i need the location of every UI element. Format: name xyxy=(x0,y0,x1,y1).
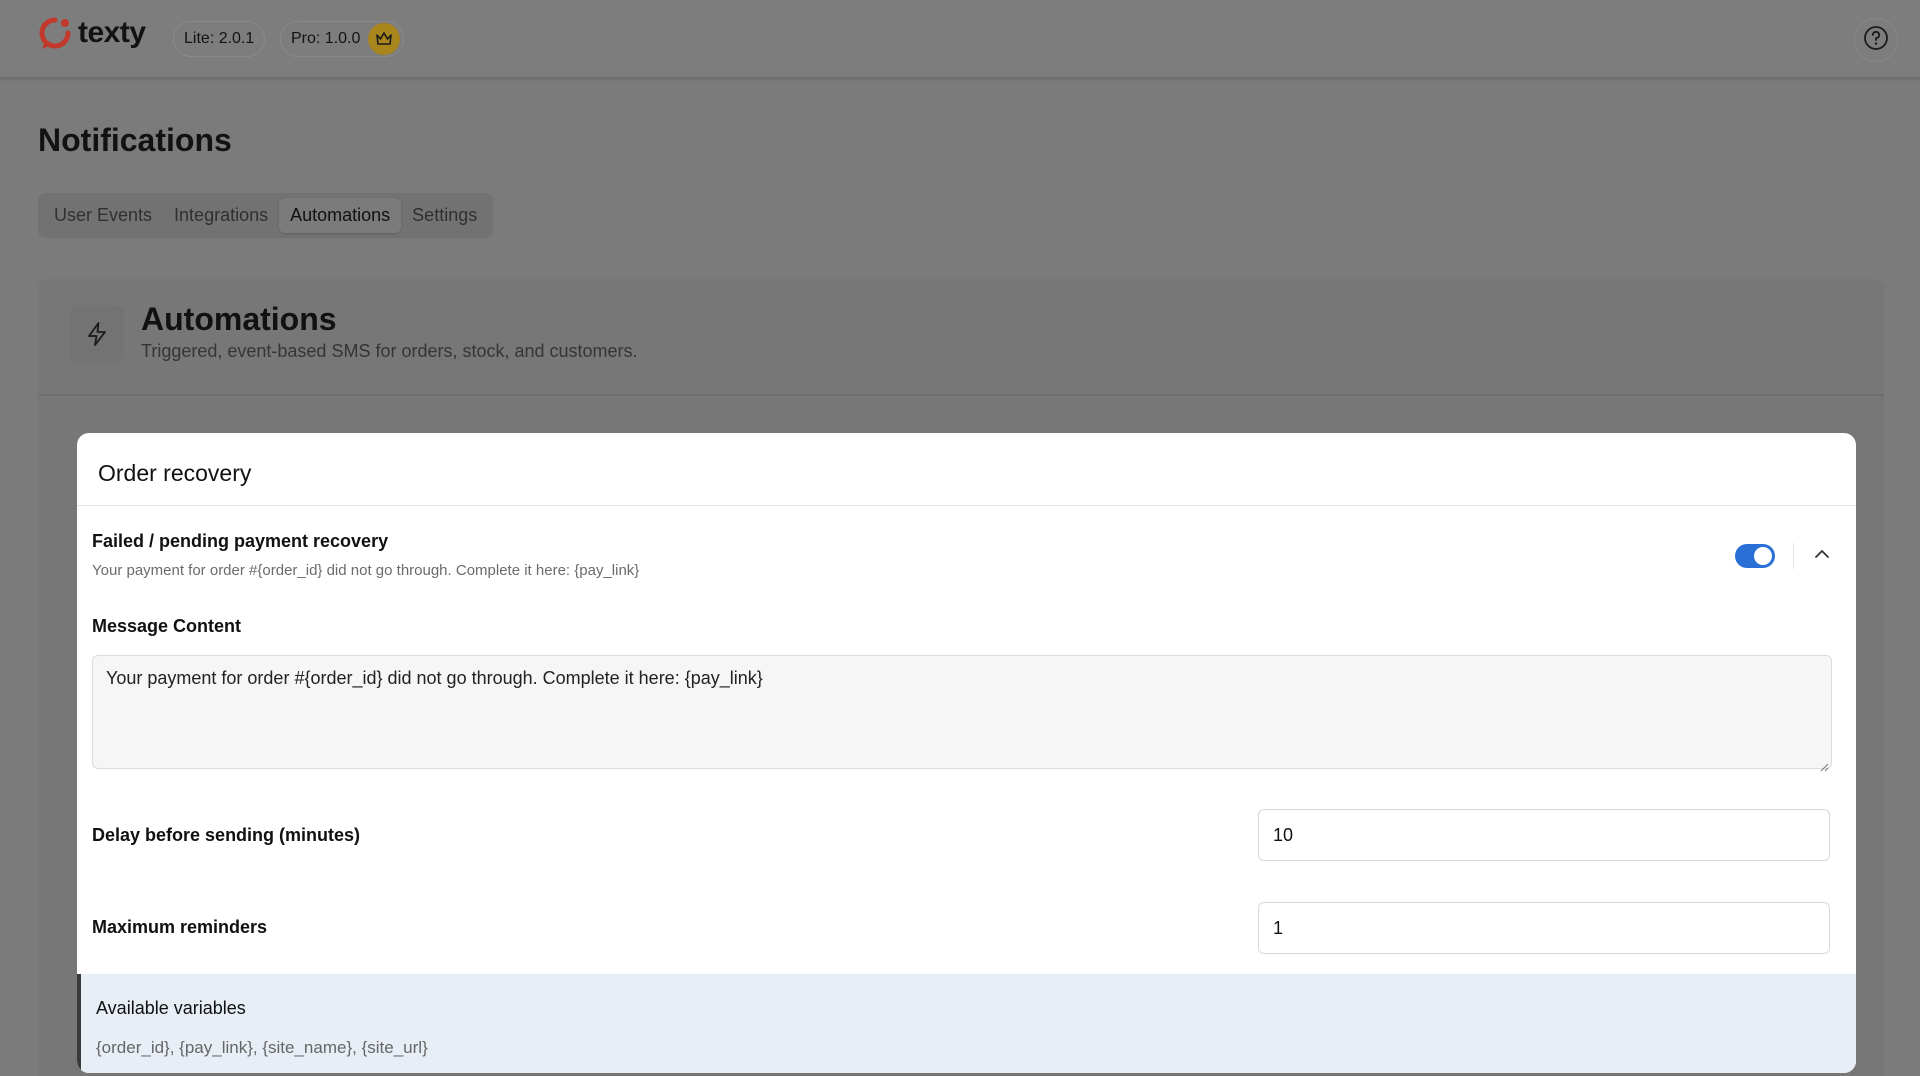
available-variables-box: Available variables {order_id}, {pay_lin… xyxy=(77,974,1856,1073)
logo-text: texty xyxy=(78,16,146,49)
max-reminders-value: 1 xyxy=(1273,917,1284,938)
message-content-textarea[interactable]: Your payment for order #{order_id} did n… xyxy=(92,655,1832,772)
pro-version-badge: Pro: 1.0.0 xyxy=(280,21,405,57)
section-title: Automations xyxy=(141,301,337,337)
help-button[interactable] xyxy=(1854,18,1898,62)
tab-bar: User Events Integrations Automations Set… xyxy=(38,193,494,238)
page-title: Notifications xyxy=(38,122,232,158)
section-header: Automations Triggered, event-based SMS f… xyxy=(38,279,1884,396)
bolt-icon xyxy=(70,305,124,363)
top-bar: texty Lite: 2.0.1 Pro: 1.0.0 xyxy=(0,0,1920,79)
toggle-knob xyxy=(1754,547,1772,565)
automation-title: Failed / pending payment recovery xyxy=(92,531,389,551)
message-content-value: Your payment for order #{order_id} did n… xyxy=(106,668,763,688)
tab-integrations[interactable]: Integrations xyxy=(163,198,279,233)
delay-input[interactable]: 10 xyxy=(1258,809,1830,861)
automation-description: Your payment for order #{order_id} did n… xyxy=(92,562,640,579)
question-circle-icon xyxy=(1863,25,1889,56)
tab-automations[interactable]: Automations xyxy=(279,198,402,233)
available-variables-title: Available variables xyxy=(96,998,246,1018)
message-content-label: Message Content xyxy=(92,616,242,636)
available-variables-list: {order_id}, {pay_link}, {site_name}, {si… xyxy=(96,1038,428,1057)
enable-toggle[interactable] xyxy=(1735,544,1775,568)
logo-icon xyxy=(38,16,72,50)
order-recovery-card: Order recovery Failed / pending payment … xyxy=(77,433,1856,1073)
chevron-up-icon xyxy=(1813,547,1831,565)
divider xyxy=(1793,543,1794,569)
lite-version-badge: Lite: 2.0.1 xyxy=(173,21,266,57)
lite-version-label: Lite: 2.0.1 xyxy=(184,30,255,47)
crown-icon xyxy=(368,23,401,55)
max-reminders-input[interactable]: 1 xyxy=(1258,902,1830,954)
card-title: Order recovery xyxy=(98,460,252,486)
collapse-button[interactable] xyxy=(1807,541,1837,571)
delay-label: Delay before sending (minutes) xyxy=(92,825,361,845)
max-reminders-label: Maximum reminders xyxy=(92,917,268,937)
logo[interactable]: texty xyxy=(38,16,146,50)
delay-value: 10 xyxy=(1273,824,1294,845)
resize-handle-icon[interactable] xyxy=(1819,756,1829,772)
section-subtitle: Triggered, event-based SMS for orders, s… xyxy=(141,341,638,361)
tab-user-events[interactable]: User Events xyxy=(43,198,163,233)
pro-version-label: Pro: 1.0.0 xyxy=(291,30,361,47)
tab-settings[interactable]: Settings xyxy=(401,198,488,233)
divider xyxy=(77,505,1856,506)
